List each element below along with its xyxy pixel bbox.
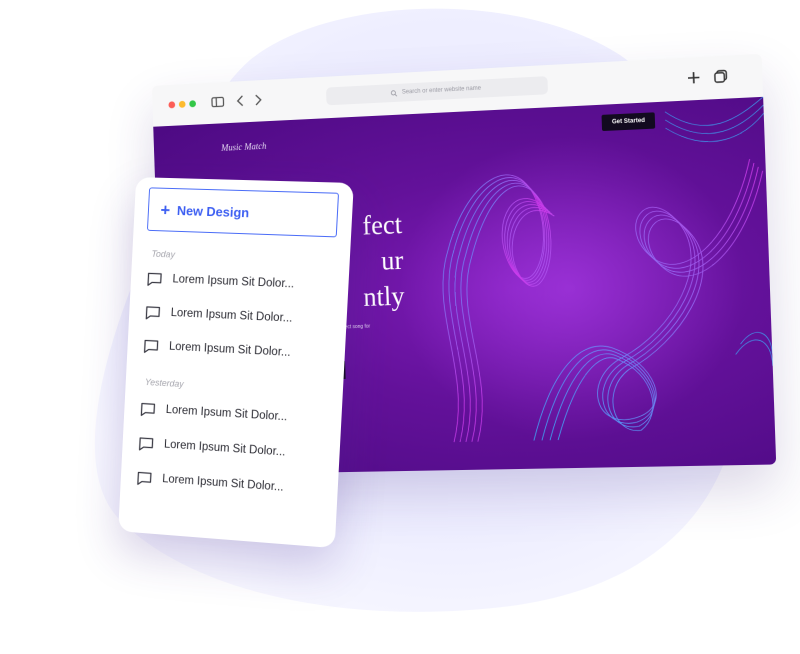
design-history-panel: + New Design Today Lorem Ipsum Sit Dolor… xyxy=(118,177,354,549)
tabs-icon[interactable] xyxy=(711,67,730,86)
site-brand[interactable]: Music Match xyxy=(221,141,266,153)
plus-icon: + xyxy=(160,200,171,220)
search-icon xyxy=(391,89,398,96)
history-item-label: Lorem Ipsum Sit Dolor... xyxy=(172,273,295,291)
group-label-yesterday: Yesterday xyxy=(144,377,184,390)
address-bar[interactable]: Search or enter website name xyxy=(325,76,549,106)
history-item[interactable]: Lorem Ipsum Sit Dolor... xyxy=(139,397,330,432)
back-icon[interactable] xyxy=(232,92,250,111)
history-item[interactable]: Lorem Ipsum Sit Dolor... xyxy=(146,266,337,298)
history-item-label: Lorem Ipsum Sit Dolor... xyxy=(161,473,284,494)
history-item[interactable]: Lorem Ipsum Sit Dolor... xyxy=(144,300,335,333)
history-item[interactable]: Lorem Ipsum Sit Dolor... xyxy=(136,465,326,502)
new-design-label: New Design xyxy=(176,202,250,220)
chat-bubble-icon xyxy=(138,435,155,451)
history-item[interactable]: Lorem Ipsum Sit Dolor... xyxy=(142,333,333,367)
history-item-label: Lorem Ipsum Sit Dolor... xyxy=(165,403,288,424)
chat-bubble-icon xyxy=(136,470,153,486)
chat-bubble-icon xyxy=(139,401,156,417)
get-started-button[interactable]: Get Started xyxy=(601,112,656,132)
forward-icon[interactable] xyxy=(249,91,267,110)
history-item[interactable]: Lorem Ipsum Sit Dolor... xyxy=(137,431,328,467)
sidebar-icon[interactable] xyxy=(209,93,227,111)
minimize-window-button[interactable] xyxy=(178,100,186,108)
chat-bubble-icon xyxy=(144,304,161,320)
close-window-button[interactable] xyxy=(168,101,176,109)
new-design-button[interactable]: + New Design xyxy=(146,187,340,238)
address-placeholder: Search or enter website name xyxy=(401,85,482,96)
history-item-label: Lorem Ipsum Sit Dolor... xyxy=(168,340,291,359)
group-label-today: Today xyxy=(151,248,176,260)
chat-bubble-icon xyxy=(146,271,163,287)
history-item-label: Lorem Ipsum Sit Dolor... xyxy=(170,307,293,325)
history-item-label: Lorem Ipsum Sit Dolor... xyxy=(163,438,286,459)
chat-bubble-icon xyxy=(143,338,160,354)
maximize-window-button[interactable] xyxy=(189,100,197,108)
plus-icon[interactable] xyxy=(684,68,703,87)
stage: Search or enter website name Music Match… xyxy=(0,0,800,654)
